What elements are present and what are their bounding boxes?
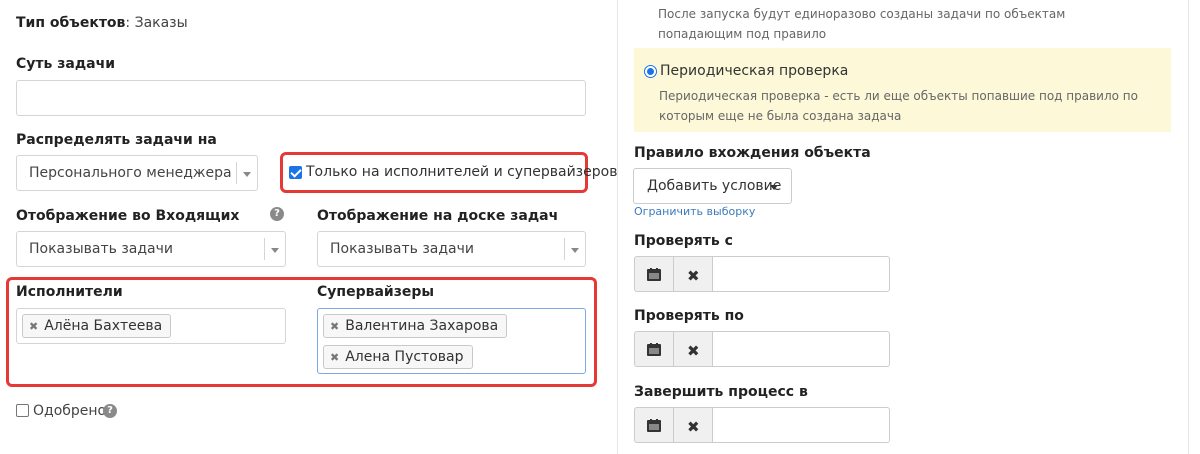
check-from-input[interactable] (712, 256, 890, 292)
chevron-down-icon (564, 238, 585, 260)
calendar-button[interactable] (634, 256, 674, 292)
approved-label[interactable]: Одобрено (33, 403, 106, 419)
close-icon: ✖ (687, 418, 700, 436)
remove-icon[interactable]: ✖ (330, 320, 339, 333)
distribute-select[interactable]: Персонального менеджера (16, 155, 258, 191)
clear-button[interactable]: ✖ (673, 331, 713, 367)
periodic-hint: Периодическая проверка - есть ли еще объ… (659, 89, 1138, 123)
check-to-label: Проверять по (634, 308, 744, 324)
supervisor-tag[interactable]: ✖ Валентина Захарова (323, 314, 508, 338)
executors-label: Исполнители (16, 284, 123, 300)
object-type-value: : Заказы (125, 15, 188, 31)
inbox-display-select[interactable]: Показывать задачи (16, 231, 286, 267)
caret-down-icon (770, 185, 778, 190)
close-icon: ✖ (687, 267, 700, 285)
finish-date: ✖ (634, 407, 890, 443)
executor-tag-label: Алёна Бахтеева (44, 318, 163, 334)
calendar-button[interactable] (634, 407, 674, 443)
supervisor-tag[interactable]: ✖ Алена Пустовар (323, 345, 473, 369)
clear-button[interactable]: ✖ (673, 407, 713, 443)
finish-label: Завершить процесс в (634, 384, 808, 400)
executors-multiselect[interactable]: ✖ Алёна Бахтеева (16, 308, 286, 344)
calendar-icon (647, 268, 661, 281)
calendar-button[interactable] (634, 331, 674, 367)
remove-icon[interactable]: ✖ (29, 320, 38, 333)
inbox-display-label: Отображение во Входящих (16, 208, 240, 224)
periodic-radio[interactable] (644, 65, 657, 78)
periodic-check-box: Периодическая проверка Периодическая про… (634, 48, 1171, 132)
add-condition-label: Добавить условие (647, 178, 782, 194)
board-display-label: Отображение на доске задач (317, 208, 559, 224)
chevron-down-icon (264, 238, 285, 260)
supervisors-label: Супервайзеры (317, 284, 435, 300)
board-display-select[interactable]: Показывать задачи (317, 231, 586, 267)
supervisor-tag-label: Валентина Захарова (345, 318, 499, 334)
close-icon: ✖ (687, 342, 700, 360)
approved-checkbox[interactable] (16, 404, 29, 417)
check-to-input[interactable] (712, 331, 890, 367)
remove-icon[interactable]: ✖ (330, 351, 339, 364)
periodic-label[interactable]: Периодическая проверка (660, 63, 848, 79)
rule-label: Правило вхождения объекта (634, 145, 871, 161)
once-hint: После запуска будут единоразово созданы … (658, 7, 1066, 41)
calendar-icon (647, 343, 661, 356)
finish-input[interactable] (712, 407, 890, 443)
check-from-label: Проверять с (634, 233, 733, 249)
supervisor-tag-label: Алена Пустовар (345, 349, 464, 365)
clear-button[interactable]: ✖ (673, 256, 713, 292)
task-essence-input[interactable] (16, 80, 586, 116)
distribute-select-value: Персонального менеджера (29, 165, 232, 181)
check-to-date: ✖ (634, 331, 890, 367)
help-icon[interactable]: ? (103, 404, 117, 418)
distribute-label: Распределять задачи на (16, 132, 217, 148)
add-condition-button[interactable]: Добавить условие (633, 168, 792, 204)
check-from-date: ✖ (634, 256, 890, 292)
only-executors-checkbox[interactable] (289, 166, 302, 179)
object-type-label: Тип объектов (16, 15, 126, 31)
board-display-value: Показывать задачи (330, 241, 474, 257)
help-icon[interactable]: ? (270, 207, 284, 221)
only-executors-label[interactable]: Только на исполнителей и супервайзеров (306, 164, 617, 180)
inbox-display-value: Показывать задачи (29, 241, 173, 257)
object-type-line: Тип объектов: Заказы (16, 15, 188, 31)
chevron-down-icon (236, 162, 257, 184)
supervisors-multiselect[interactable]: ✖ Валентина Захарова ✖ Алена Пустовар (317, 308, 586, 374)
task-essence-label: Суть задачи (16, 56, 115, 72)
limit-selection-link[interactable]: Ограничить выборку (634, 205, 755, 218)
executor-tag[interactable]: ✖ Алёна Бахтеева (22, 314, 172, 338)
right-panel: После запуска будут единоразово созданы … (617, 0, 1189, 454)
calendar-icon (647, 419, 661, 432)
